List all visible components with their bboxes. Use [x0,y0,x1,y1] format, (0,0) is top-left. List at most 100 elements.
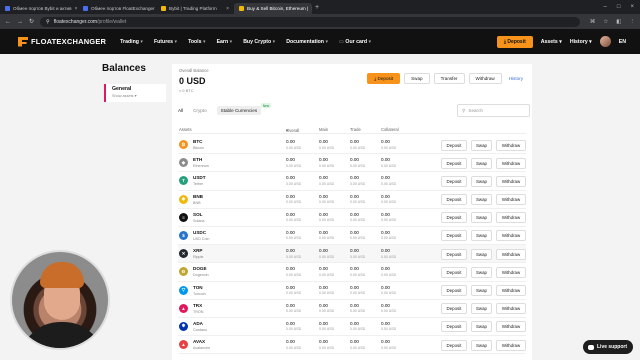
deposit-button[interactable]: ⤓ Deposit [367,73,401,84]
row-swap-button[interactable]: Swap [471,321,492,333]
usdc-coin-icon: $ [179,230,188,240]
row-deposit-button[interactable]: Deposit [441,303,467,315]
search-input[interactable]: ⚲ Search [457,104,530,117]
balance-usd: 0.00 USD [350,327,366,332]
sidebar-item-subtitle[interactable]: Show assets ▾ [112,93,160,98]
row-deposit-button[interactable]: Deposit [441,175,467,187]
sidebar-item-general[interactable]: General Show assets ▾ [104,84,166,102]
site-info-icon[interactable]: ⚲ [46,19,50,25]
sol-coin-icon: ≡ [179,212,188,222]
balance-usd: 0.00 USD [381,291,397,295]
back-icon[interactable]: ← [5,19,11,25]
browser-tab[interactable]: Обмен портов Bybit и актив × [0,3,78,14]
row-swap-button[interactable]: Swap [471,266,492,278]
row-swap-button[interactable]: Swap [471,175,492,187]
row-deposit-button[interactable]: Deposit [441,339,467,351]
nav-item-tools[interactable]: Tools ▾ [188,39,206,45]
chevron-down-icon: ▾ [140,38,143,45]
menu-icon[interactable]: ⋮ [630,19,636,25]
history-link[interactable]: History [506,76,526,81]
row-swap-button[interactable]: Swap [471,194,492,206]
row-deposit-button[interactable]: Deposit [441,157,467,169]
close-icon[interactable]: × [311,6,312,12]
row-swap-button[interactable]: Swap [471,285,492,296]
history-menu[interactable]: History ▾ [570,39,592,45]
brand-logo[interactable]: FLOATEXCHANGER [18,36,106,47]
cell-main: 0.00 0.00 USD [319,339,334,350]
filter-all[interactable]: All [178,108,183,113]
chat-bubble-icon [588,344,594,350]
assets-menu[interactable]: Assets ▾ [541,39,562,45]
row-swap-button[interactable]: Swap [471,303,492,315]
row-deposit-button[interactable]: Deposit [441,139,467,151]
row-withdraw-button[interactable]: Withdraw [496,139,526,151]
filter-stable-currencies[interactable]: Stable Currencies New [216,103,272,115]
header-deposit-button[interactable]: ⤓ Deposit [496,35,533,48]
avatar[interactable] [599,36,611,47]
row-withdraw-button[interactable]: Withdraw [496,157,526,169]
balance-usd: 0.00 USD [286,145,302,150]
transfer-button[interactable]: Transfer [433,73,465,84]
nav-item-buy-crypto[interactable]: Buy Crypto ▾ [243,39,275,45]
row-withdraw-button[interactable]: Withdraw [496,230,526,242]
translate-icon[interactable]: ⌘ [590,19,596,25]
reload-icon[interactable]: ↻ [29,18,34,25]
row-swap-button[interactable]: Swap [471,339,492,351]
row-deposit-button[interactable]: Deposit [441,285,467,296]
maximize-icon[interactable]: □ [617,4,621,10]
row-swap-button[interactable]: Swap [471,139,492,151]
webcam-hair [40,262,84,288]
row-swap-button[interactable]: Swap [471,230,492,242]
row-deposit-button[interactable]: Deposit [441,212,467,224]
browser-tab[interactable]: Bybit | Trading Platform × [156,3,234,14]
nav-item-trading[interactable]: Trading ▾ [120,39,143,45]
address-bar[interactable]: ⚲ floatexchanger.com/profile/wallet [40,16,581,27]
row-withdraw-button[interactable]: Withdraw [496,266,526,278]
row-withdraw-button[interactable]: Withdraw [496,285,526,296]
row-withdraw-button[interactable]: Withdraw [496,248,526,260]
live-support-button[interactable]: Live support [583,340,633,354]
row-deposit-button[interactable]: Deposit [441,321,467,333]
filter-crypto[interactable]: Crypto [193,108,207,113]
new-tab-icon[interactable]: + [315,4,319,11]
balance-value: 0.00 [286,320,295,326]
row-withdraw-button[interactable]: Withdraw [496,339,526,351]
row-withdraw-button[interactable]: Withdraw [496,303,526,315]
chevron-down-icon: ▾ [325,38,329,45]
row-withdraw-button[interactable]: Withdraw [496,321,526,333]
row-swap-button[interactable]: Swap [471,212,492,224]
close-icon[interactable]: × [226,6,229,12]
nav-item-earn[interactable]: Earn ▾ [217,39,233,45]
withdraw-button[interactable]: Withdraw [468,73,502,84]
forward-icon[interactable]: → [17,19,23,25]
swap-button[interactable]: Swap [404,73,430,84]
row-deposit-button[interactable]: Deposit [441,194,467,206]
row-deposit-button[interactable]: Deposit [441,230,467,242]
balance-value: 0.00 [350,175,359,181]
browser-tab-active[interactable]: Buy & Sell Bitcoin, Ethereum |× [234,3,312,14]
header-overall[interactable]: Overall ▴ [286,127,299,133]
btc-coin-icon: ₿ [179,140,188,149]
balance-value: 0.00 [286,284,295,290]
balance-usd: 0.00 USD [350,200,366,205]
row-withdraw-button[interactable]: Withdraw [496,175,526,187]
cell-collateral: 0.00 0.00 USD [381,248,396,259]
nav-item-our-card[interactable]: ▭ Our card ▾ [339,39,371,45]
row-swap-button[interactable]: Swap [471,248,492,260]
nav-item-documentation[interactable]: Documentation ▾ [286,39,328,45]
minimize-icon[interactable]: – [604,4,607,10]
language-selector[interactable]: EN [619,39,626,45]
balance-usd: 0.00 USD [319,309,335,314]
nav-item-futures[interactable]: Futures ▾ [154,39,177,45]
cell-trade: 0.00 0.00 USD [350,157,365,168]
row-deposit-button[interactable]: Deposit [441,266,467,278]
bookmark-star-icon[interactable]: ☆ [603,19,608,25]
row-swap-button[interactable]: Swap [471,157,492,169]
row-withdraw-button[interactable]: Withdraw [496,194,526,206]
row-deposit-button[interactable]: Deposit [441,248,467,260]
close-icon[interactable]: × [75,6,78,12]
close-window-icon[interactable]: × [630,4,634,10]
row-withdraw-button[interactable]: Withdraw [496,212,526,224]
browser-tab[interactable]: Обмен портов FloatExchanger × [78,3,156,14]
extensions-icon[interactable]: ◧ [616,19,621,25]
